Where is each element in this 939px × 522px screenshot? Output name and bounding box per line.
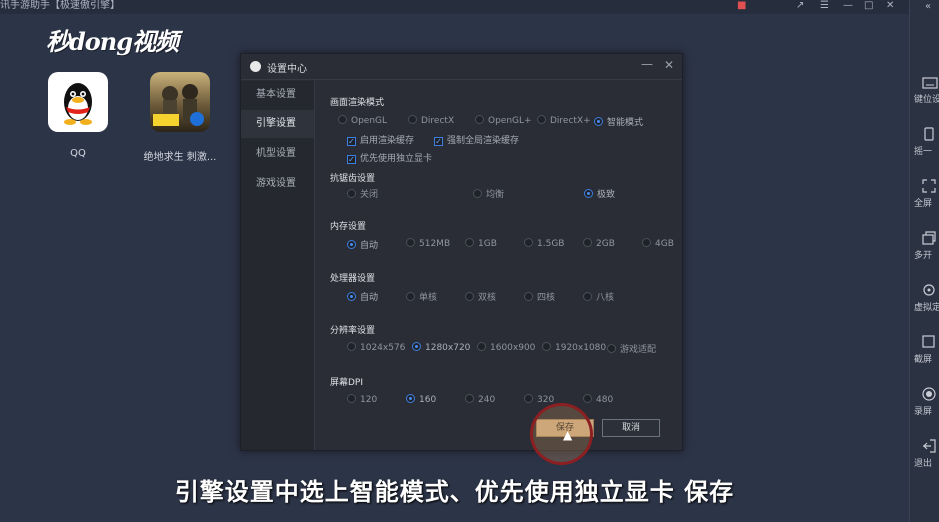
shake-icon — [922, 126, 938, 142]
memory-option-2gb[interactable]: 2GB — [583, 238, 615, 249]
desktop: 讯手游助手【极速傲引擎】 ■ ↗ ☰ — □ ✕ 秒dong视频 QQ 绝地求生… — [0, 0, 909, 522]
dpi-option-160[interactable]: 160 — [406, 394, 436, 405]
checkbox-render-cache[interactable]: ✓ 启用渲染缓存 — [347, 133, 414, 146]
close-icon[interactable]: ✕ — [886, 0, 894, 12]
checkbox-prefer-discrete-gpu[interactable]: ✓ 优先使用独立显卡 — [347, 151, 432, 164]
engine-settings-panel: 画面渲染模式 OpenGL DirectX OpenGL+ DirectX+ 智… — [316, 81, 682, 450]
nav-basic-settings[interactable]: 基本设置 — [241, 81, 314, 109]
nav-game-settings[interactable]: 游戏设置 — [241, 170, 314, 198]
popout-icon[interactable]: ↗ — [796, 0, 804, 12]
sidebar-item-fullscreen[interactable]: 全屏 — [910, 178, 939, 218]
resolution-option-1024x576[interactable]: 1024x576 — [347, 342, 405, 353]
double-chevron-left-icon[interactable]: « — [925, 1, 931, 12]
dialog-close-icon[interactable]: ✕ — [664, 58, 674, 72]
dpi-option-120[interactable]: 120 — [347, 394, 377, 405]
minimize-icon[interactable]: — — [843, 0, 853, 12]
record-icon — [922, 386, 938, 402]
nav-model-settings[interactable]: 机型设置 — [241, 140, 314, 168]
sidebar-item-screenshot[interactable]: 截屏 — [910, 334, 939, 374]
dpi-option-320[interactable]: 320 — [524, 394, 554, 405]
memory-option-auto[interactable]: 自动 — [347, 238, 378, 251]
resolution-option-1920x1080[interactable]: 1920x1080 — [542, 342, 606, 353]
sidebar-item-shake[interactable]: 摇一 — [910, 126, 939, 166]
multi-instance-icon — [922, 230, 938, 246]
cpu-option-quad[interactable]: 四核 — [524, 290, 555, 303]
location-icon — [922, 282, 938, 298]
app-logo-icon — [250, 61, 261, 72]
gift-icon[interactable]: ■ — [737, 0, 746, 12]
window-title: 讯手游助手【极速傲引擎】 — [0, 0, 120, 11]
settings-dialog: 设置中心 — ✕ 基本设置 引擎设置 机型设置 游戏设置 画面渲染模式 Open… — [240, 53, 683, 451]
dpi-title: 屏幕DPI — [330, 378, 364, 388]
memory-option-4gb[interactable]: 4GB — [642, 238, 674, 249]
menu-icon[interactable]: ☰ — [820, 0, 829, 12]
pubg-game-icon[interactable] — [150, 72, 210, 132]
render-option-opengl[interactable]: OpenGL — [338, 115, 387, 126]
sidebar-item-multi[interactable]: 多开 — [910, 230, 939, 270]
dialog-title-bar: 设置中心 — ✕ — [241, 54, 682, 80]
app-label-qq[interactable]: QQ — [48, 148, 108, 159]
resolution-option-1600x900[interactable]: 1600x900 — [477, 342, 535, 353]
render-mode-title: 画面渲染模式 — [330, 98, 385, 108]
nav-engine-settings[interactable]: 引擎设置 — [241, 110, 314, 138]
click-highlight-circle — [530, 403, 593, 465]
cpu-title: 处理器设置 — [330, 274, 376, 284]
sidebar-item-location[interactable]: 虚拟定 — [910, 282, 939, 322]
fullscreen-icon — [922, 178, 938, 194]
render-option-directx-plus[interactable]: DirectX+ — [537, 115, 591, 126]
cpu-option-single[interactable]: 单核 — [406, 290, 437, 303]
render-option-opengl-plus[interactable]: OpenGL+ — [475, 115, 532, 126]
maximize-icon[interactable]: □ — [864, 0, 873, 12]
antialias-option-off[interactable]: 关闭 — [347, 187, 378, 200]
qq-penguin-icon[interactable] — [48, 72, 108, 132]
resolution-title: 分辨率设置 — [330, 326, 376, 336]
dpi-option-480[interactable]: 480 — [583, 394, 613, 405]
keyboard-icon — [922, 74, 938, 90]
sidebar-item-record[interactable]: 录屏 — [910, 386, 939, 426]
mouse-cursor-icon: ▲ — [563, 428, 573, 442]
render-option-directx[interactable]: DirectX — [408, 115, 454, 126]
title-bar: 讯手游助手【极速傲引擎】 ■ ↗ ☰ — □ ✕ — [0, 0, 909, 14]
tutorial-caption: 引擎设置中选上智能模式、优先使用独立显卡 保存 — [174, 478, 735, 506]
cpu-option-octa[interactable]: 八核 — [583, 290, 614, 303]
memory-option-512mb[interactable]: 512MB — [406, 238, 450, 249]
screenshot-icon — [922, 334, 938, 350]
brand-watermark: 秒dong视频 — [46, 27, 179, 56]
checkbox-force-global-cache[interactable]: ✓ 强制全局渲染缓存 — [434, 133, 519, 146]
dialog-title: 设置中心 — [267, 64, 307, 75]
settings-nav: 基本设置 引擎设置 机型设置 游戏设置 — [241, 81, 315, 450]
render-option-smart[interactable]: 智能模式 — [594, 115, 643, 128]
cpu-option-dual[interactable]: 双核 — [465, 290, 496, 303]
memory-title: 内存设置 — [330, 222, 367, 232]
resolution-option-1280x720[interactable]: 1280x720 — [412, 342, 470, 353]
exit-icon — [922, 438, 938, 454]
antialias-option-balanced[interactable]: 均衡 — [473, 187, 504, 200]
antialias-title: 抗锯齿设置 — [330, 174, 376, 184]
memory-option-1gb[interactable]: 1GB — [465, 238, 497, 249]
cpu-option-auto[interactable]: 自动 — [347, 290, 378, 303]
right-sidebar: « 键位设 摇一 全屏 多开 虚拟定 截屏 录屏 退出 — [909, 0, 939, 522]
dialog-minimize-icon[interactable]: — — [641, 57, 653, 71]
resolution-option-game-fit[interactable]: 游戏适配 — [607, 342, 656, 355]
antialias-option-max[interactable]: 极致 — [584, 187, 615, 200]
cancel-button[interactable]: 取消 — [602, 419, 660, 437]
dpi-option-240[interactable]: 240 — [465, 394, 495, 405]
sidebar-item-exit[interactable]: 退出 — [910, 438, 939, 478]
sidebar-item-keymap[interactable]: 键位设 — [910, 74, 939, 114]
app-label-pubg[interactable]: 绝地求生 刺激... — [140, 148, 220, 163]
memory-option-1-5gb[interactable]: 1.5GB — [524, 238, 564, 249]
